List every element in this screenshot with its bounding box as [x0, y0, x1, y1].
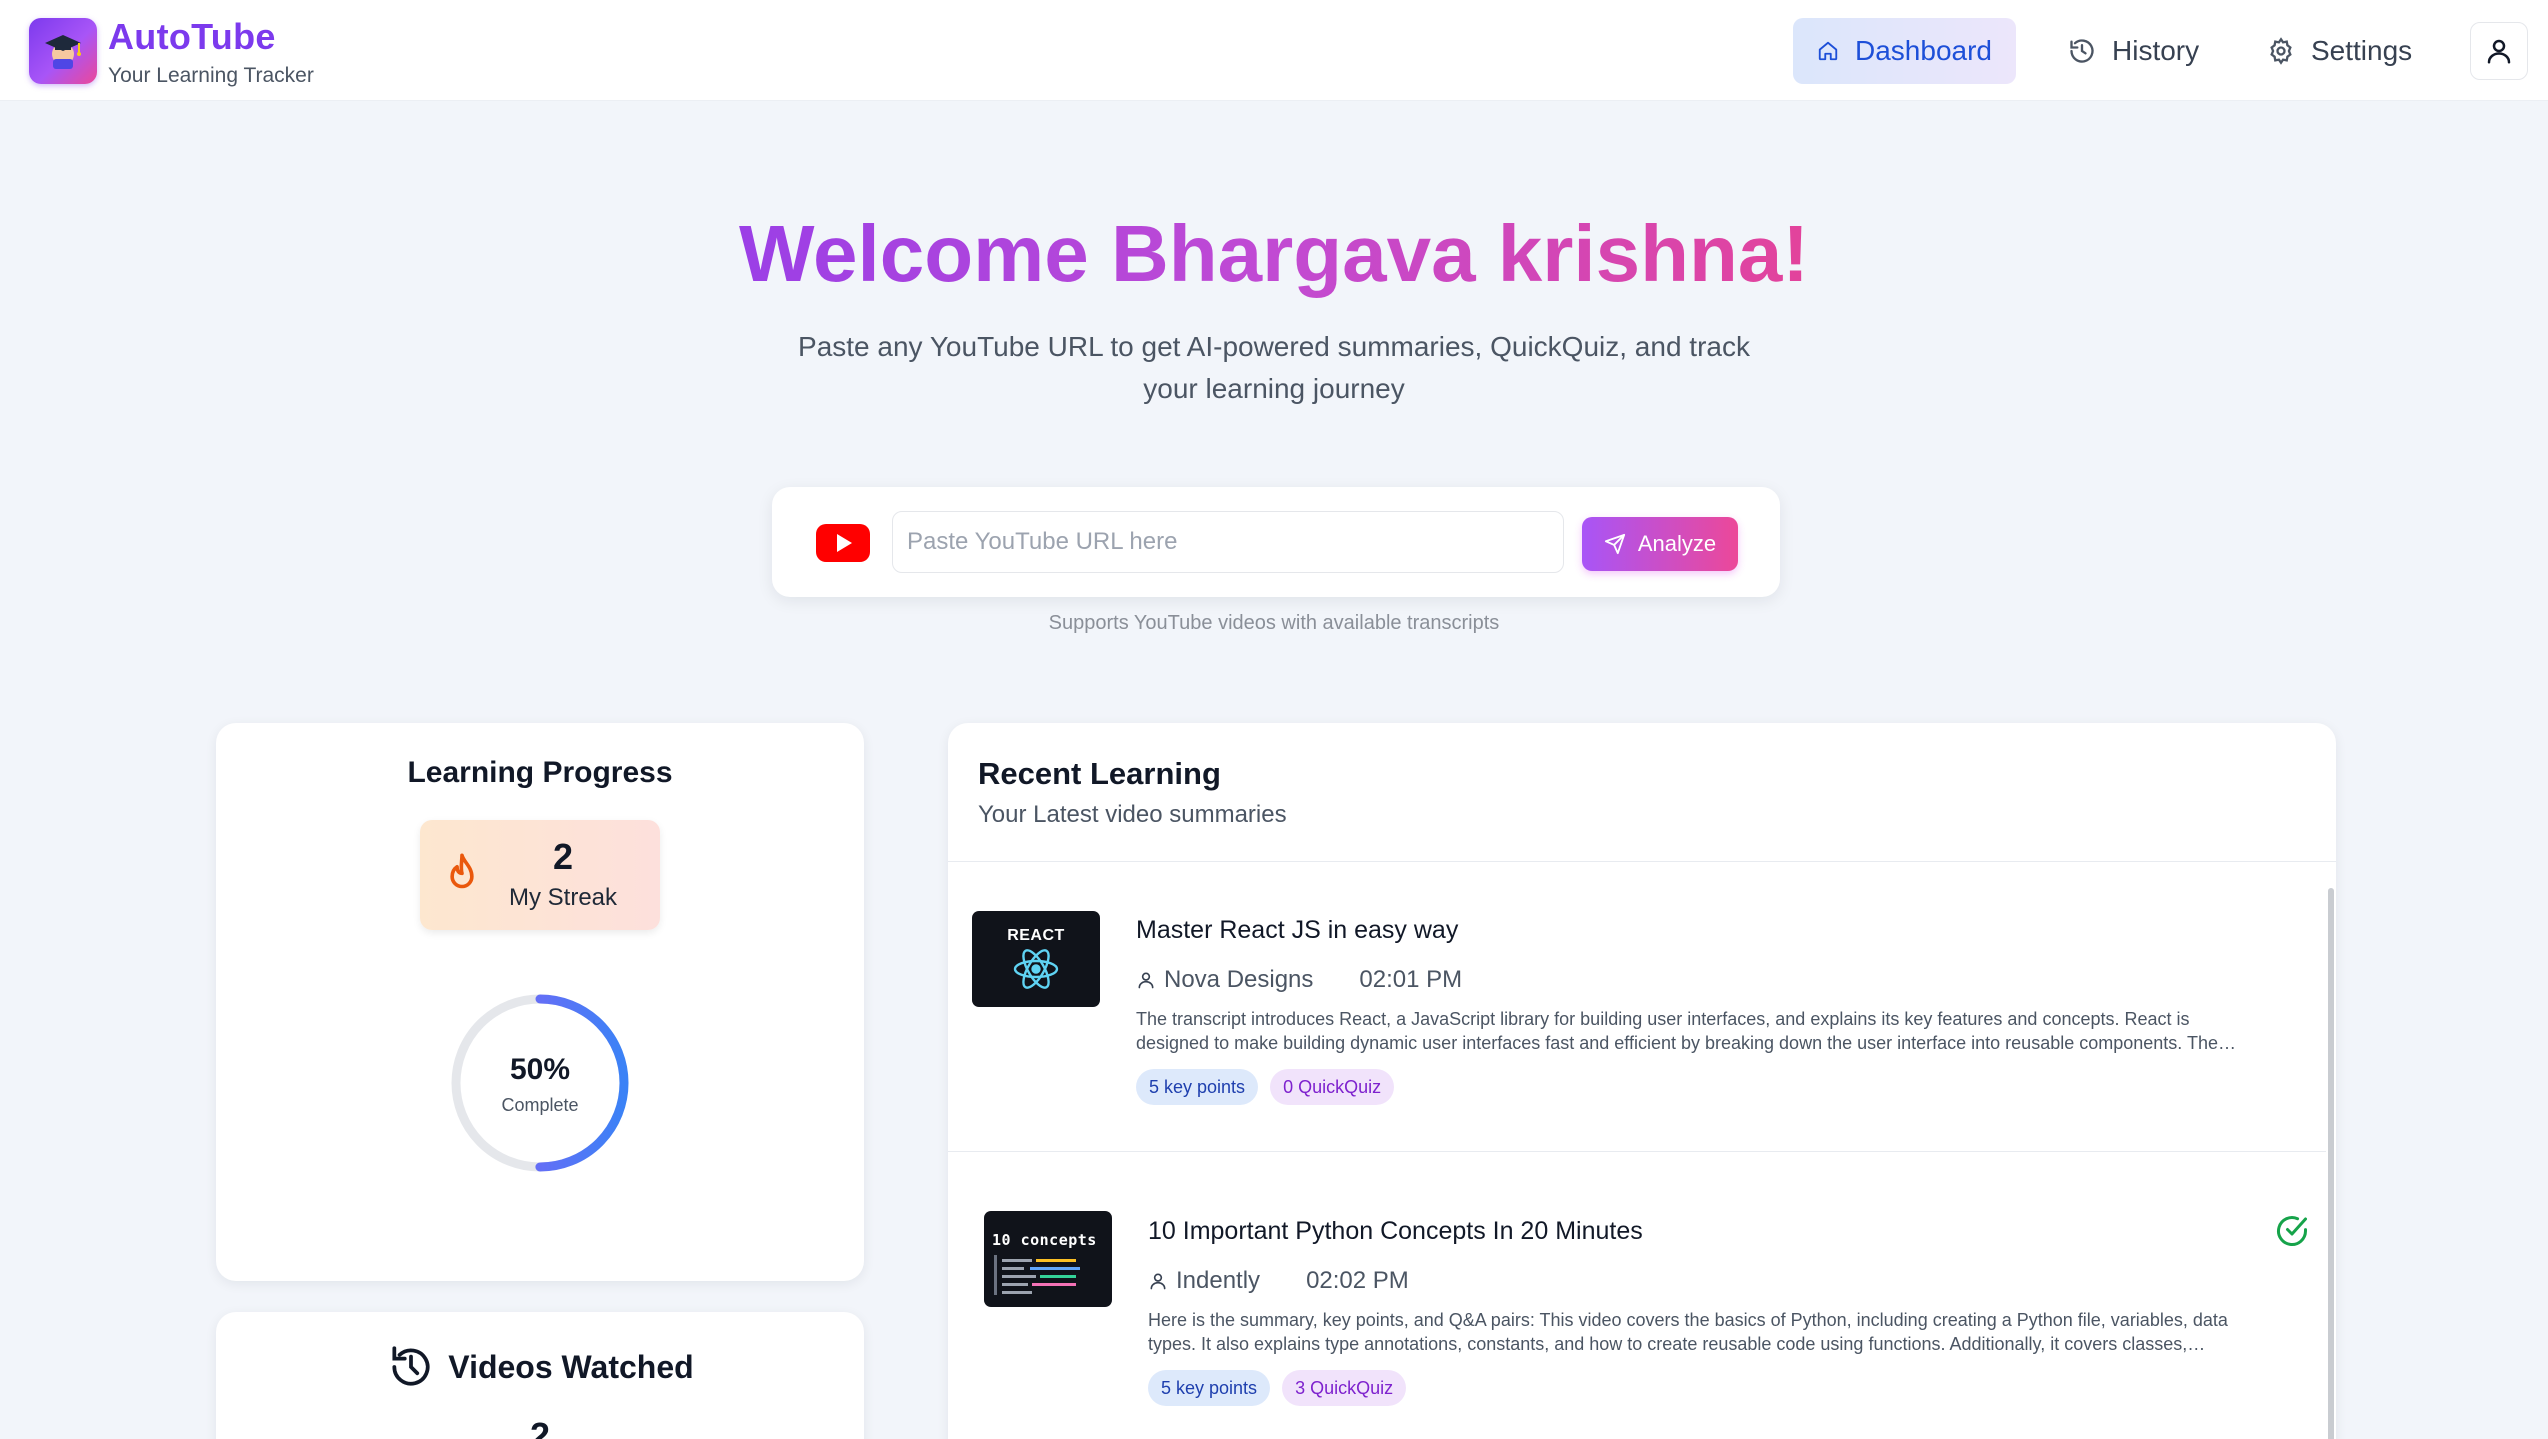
flame-icon: [450, 853, 474, 889]
app-name: AutoTube: [108, 16, 276, 57]
streak-box: 2 My Streak: [420, 820, 660, 930]
progress-complete-label: Complete: [501, 1095, 579, 1115]
nav-dashboard[interactable]: Dashboard: [1793, 18, 2016, 84]
video-thumbnail[interactable]: 10 concepts: [984, 1211, 1112, 1307]
history-icon: [2070, 39, 2094, 63]
supports-note: Supports YouTube videos with available t…: [1048, 612, 1500, 634]
top-header: AutoTube Your Learning Tracker Dashboard…: [0, 0, 2548, 101]
user-icon: [1138, 972, 1154, 989]
video-author-name: Nova Designs: [1164, 966, 1314, 993]
learning-progress-title: Learning Progress: [407, 756, 673, 789]
video-summary: The transcript introduces React, a JavaS…: [1136, 1009, 2218, 1053]
videos-watched-heading: Videos Watched: [216, 1342, 864, 1392]
graduation-cap-icon: [45, 35, 81, 69]
key-points-badge: 5 key points: [1148, 1370, 1271, 1406]
video-title[interactable]: 10 Important Python Concepts In 20 Minut…: [1148, 1217, 1643, 1246]
recent-video-item[interactable]: REACT Master React JS in easy way Nova D…: [948, 862, 2326, 1162]
react-atom-icon: [1013, 949, 1059, 989]
video-meta: Indently 02:02 PM: [1148, 1267, 1409, 1295]
send-icon: [1604, 533, 1625, 555]
nav-history[interactable]: History: [2044, 18, 2223, 84]
analyze-button-label: Analyze: [1637, 531, 1717, 556]
videos-watched-title: Videos Watched: [448, 1348, 694, 1385]
youtube-url-input[interactable]: [892, 511, 1564, 573]
recent-learning-subtitle: Your Latest video summaries: [978, 801, 1287, 828]
clock-rewind-icon: [392, 1346, 430, 1386]
home-icon: [1818, 41, 1838, 61]
app-logo[interactable]: [29, 18, 97, 84]
key-points-badge: 5 key points: [1136, 1069, 1259, 1105]
progress-percent: 50%: [509, 1053, 571, 1086]
nav-dashboard-label: Dashboard: [1855, 35, 1992, 66]
video-author: Nova Designs: [1136, 966, 1313, 994]
quickquiz-badge: 0 QuickQuiz: [1270, 1069, 1395, 1105]
video-title[interactable]: Master React JS in easy way: [1136, 916, 1458, 945]
videos-watched-value: 2: [529, 1415, 551, 1439]
user-menu-button[interactable]: [2470, 22, 2528, 80]
app-tagline: Your Learning Tracker: [108, 64, 314, 87]
video-badges: 5 key points 3 QuickQuiz: [1148, 1370, 1407, 1406]
video-author: Indently: [1148, 1267, 1260, 1295]
streak-label: My Streak: [508, 884, 618, 911]
url-form-card: Analyze: [772, 487, 1780, 597]
code-lines-graphic: [994, 1255, 1080, 1295]
completed-check-icon: [2277, 1216, 2307, 1246]
video-summary: Here is the summary, key points, and Q&A…: [1148, 1310, 2228, 1354]
nav-settings-label: Settings: [2311, 35, 2413, 66]
video-author-name: Indently: [1176, 1267, 1261, 1294]
youtube-icon: [816, 524, 870, 562]
user-icon: [1150, 1273, 1166, 1290]
video-badges: 5 key points 0 QuickQuiz: [1136, 1069, 1395, 1105]
recent-scrollbar[interactable]: [2328, 888, 2334, 1439]
nav-history-label: History: [2112, 35, 2200, 66]
welcome-heading: Welcome Bhargava krishna!: [738, 209, 1810, 298]
video-meta: Nova Designs 02:01 PM: [1136, 966, 1462, 994]
divider: [948, 1151, 2326, 1152]
welcome-subtitle: Paste any YouTube URL to get AI-powered …: [798, 331, 1750, 404]
user-icon: [2487, 39, 2511, 64]
video-time: 02:01 PM: [1359, 966, 1463, 993]
quickquiz-badge: 3 QuickQuiz: [1282, 1370, 1407, 1406]
video-thumbnail[interactable]: REACT: [972, 911, 1100, 1007]
videos-watched-card: Videos Watched 2: [216, 1312, 864, 1439]
nav-settings[interactable]: Settings: [2243, 18, 2436, 84]
learning-progress-card: Learning Progress 2 My Streak 50% Comple…: [216, 723, 864, 1281]
gear-icon: [2270, 37, 2292, 65]
video-time: 02:02 PM: [1306, 1267, 1409, 1294]
recent-video-item[interactable]: 10 concepts 10 Important Python Concepts…: [948, 1163, 2326, 1439]
analyze-button[interactable]: Analyze: [1582, 517, 1738, 571]
streak-value: 2: [552, 836, 574, 877]
recent-learning-title: Recent Learning: [978, 756, 1221, 791]
recent-learning-card: Recent Learning Your Latest video summar…: [948, 723, 2336, 1439]
